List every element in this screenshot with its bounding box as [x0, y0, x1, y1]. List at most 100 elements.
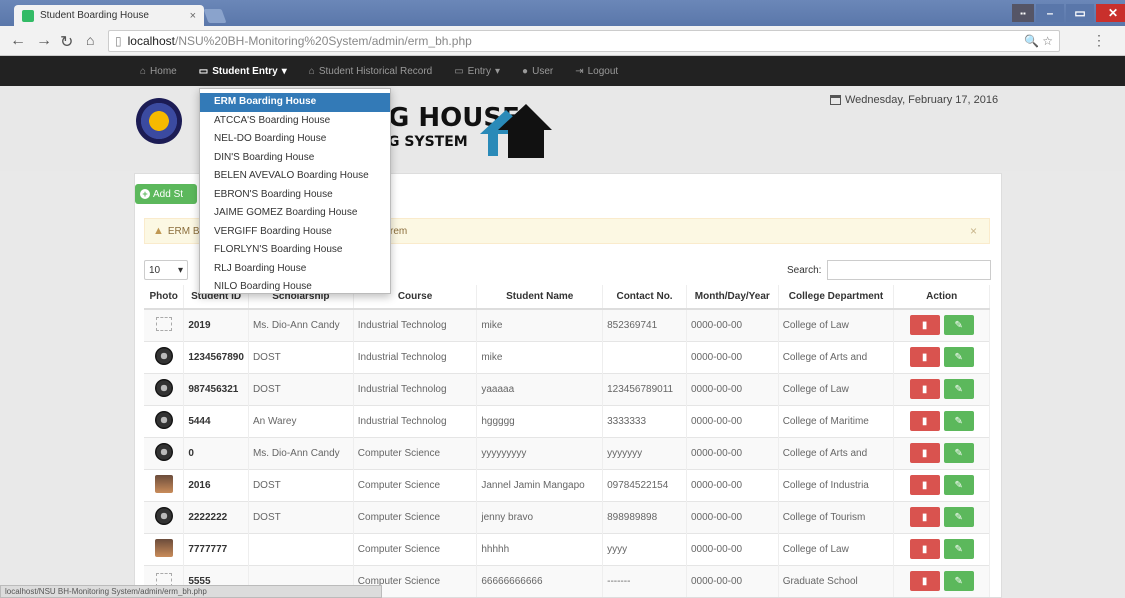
action-cell: ▮ ✎ — [893, 532, 990, 565]
edit-button[interactable]: ✎ — [943, 539, 974, 559]
dropdown-item-boarding-house[interactable]: ATCCA'S Boarding House — [200, 112, 390, 131]
nav-home[interactable]: ⌂ Home — [140, 66, 177, 77]
nav-entry[interactable]: ▭ Entry ▾ — [454, 66, 500, 77]
action-cell: ▮ ✎ — [893, 372, 990, 405]
student-photo — [155, 316, 172, 331]
student-name-cell: hhhhh — [476, 532, 604, 565]
edit-button[interactable]: ✎ — [943, 571, 974, 592]
dropdown-item-boarding-house[interactable]: NILO Boarding House — [200, 278, 390, 297]
pencil-icon: ✎ — [954, 575, 963, 587]
reload-icon[interactable]: ↻ — [60, 32, 73, 52]
college-dept-cell: Graduate School — [778, 564, 895, 597]
photo-cell — [144, 500, 185, 533]
forward-icon[interactable]: → — [36, 32, 52, 50]
pencil-icon: ✎ — [954, 415, 963, 427]
close-window-button[interactable]: ✕ — [1096, 4, 1125, 22]
table-body: 2019 Ms. Dio-Ann Candy Industrial Technolo… — [144, 308, 990, 597]
minimize-button[interactable]: – — [1036, 4, 1064, 22]
browser-tab[interactable]: Student Boarding House × — [14, 5, 204, 26]
dropdown-item-boarding-house[interactable]: DIN'S Boarding House — [200, 149, 390, 168]
contact-cell: 09784522154 — [602, 468, 687, 501]
delete-button[interactable]: ▮ — [909, 379, 940, 399]
nav-logout[interactable]: ⇥ Logout — [575, 66, 618, 77]
edit-button[interactable]: ✎ — [943, 507, 974, 527]
tab-close-icon[interactable]: × — [190, 10, 196, 22]
college-dept-cell: College of Law — [778, 372, 895, 405]
col-photo[interactable]: Photo — [144, 285, 185, 310]
col-date[interactable]: Month/Day/Year — [686, 285, 779, 310]
scholarship-cell: DOST — [248, 500, 354, 533]
edit-button[interactable]: ✎ — [943, 347, 974, 367]
dropdown-item-boarding-house[interactable]: VERGIFF Boarding House — [200, 223, 390, 242]
table-row: 2222222 DOST Computer Science jenny bravo 89… — [144, 500, 990, 533]
nav-historical[interactable]: ⌂ Student Historical Record — [309, 66, 432, 77]
dropdown-item-boarding-house[interactable]: FLORLYN'S Boarding House — [200, 241, 390, 260]
contact-cell — [602, 340, 687, 373]
alert-close-icon[interactable]: × — [970, 224, 977, 238]
student-id-cell: 2016 — [183, 468, 249, 501]
dropdown-item-boarding-house[interactable]: ERM Boarding House — [200, 93, 390, 112]
table-row: 5444 An Warey Industrial Technolog hggggg 33… — [144, 404, 990, 437]
row-actions: ▮ ✎ — [898, 411, 985, 431]
add-student-button[interactable]: + Add St — [135, 184, 197, 204]
student-id-cell: 2222222 — [183, 500, 249, 533]
browser-status-bar: localhost/NSU BH-Monitoring System/admin… — [0, 585, 382, 598]
table-row: 1234567890 DOST Industrial Technolog mike 00… — [144, 340, 990, 373]
extension-icon[interactable]: ▪▪ — [1012, 4, 1034, 22]
delete-button[interactable]: ▮ — [909, 539, 940, 559]
delete-button[interactable]: ▮ — [909, 443, 940, 463]
row-actions: ▮ ✎ — [898, 539, 985, 559]
trash-icon: ▮ — [921, 575, 928, 587]
edit-button[interactable]: ✎ — [943, 475, 974, 495]
delete-button[interactable]: ▮ — [909, 507, 940, 527]
course-cell: Industrial Technolog — [353, 340, 478, 373]
col-student-name[interactable]: Student Name — [476, 285, 604, 310]
url-input[interactable]: ▯ localhost/NSU%20BH-Monitoring%20System… — [108, 30, 1060, 52]
select-caret-icon: ▾ — [177, 264, 183, 276]
course-cell: Industrial Technolog — [353, 404, 478, 437]
delete-button[interactable]: ▮ — [909, 315, 940, 336]
page-icon: ▯ — [115, 34, 122, 48]
dropdown-item-boarding-house[interactable]: JAIME GOMEZ Boarding House — [200, 204, 390, 223]
search-input[interactable] — [827, 260, 992, 280]
edit-button[interactable]: ✎ — [943, 443, 974, 463]
edit-button[interactable]: ✎ — [943, 379, 974, 399]
dropdown-item-boarding-house[interactable]: EBRON'S Boarding House — [200, 186, 390, 205]
action-cell: ▮ ✎ — [893, 436, 990, 469]
delete-button[interactable]: ▮ — [909, 475, 940, 495]
home-icon[interactable]: ⌂ — [86, 32, 94, 48]
col-contact[interactable]: Contact No. — [602, 285, 687, 310]
university-seal-logo — [136, 98, 182, 144]
contact-cell: yyyy — [602, 532, 687, 565]
nav-user[interactable]: ● User — [522, 66, 553, 77]
dropdown-item-boarding-house[interactable]: BELEN AVEVALO Boarding House — [200, 167, 390, 186]
plus-icon: + — [140, 189, 150, 199]
student-name-cell: hggggg — [476, 404, 604, 437]
entries-length-select[interactable]: 10 ▾ — [144, 260, 188, 280]
bookmark-star-icon[interactable]: 🔍 ☆ — [1024, 34, 1059, 48]
browser-menu-icon[interactable]: ⋮ — [1092, 32, 1106, 49]
edit-button[interactable]: ✎ — [943, 411, 974, 431]
date-cell: 0000-00-00 — [686, 404, 779, 437]
dropdown-item-boarding-house[interactable]: RLJ Boarding House — [200, 260, 390, 279]
caret-down-icon: ▾ — [281, 65, 287, 77]
maximize-button[interactable]: ▭ — [1066, 4, 1094, 22]
back-icon[interactable]: ← — [10, 32, 26, 50]
col-college-dept[interactable]: College Department — [778, 285, 895, 310]
table-row: 2016 DOST Computer Science Jannel Jamin Man… — [144, 468, 990, 501]
delete-button[interactable]: ▮ — [909, 571, 940, 592]
nav-entry-label: Entry — [467, 65, 492, 77]
nav-student-entry[interactable]: ▭ Student Entry ▾ — [199, 66, 287, 77]
trash-icon: ▮ — [921, 319, 928, 331]
new-tab-button[interactable] — [203, 9, 227, 23]
delete-button[interactable]: ▮ — [909, 411, 940, 431]
window-controls: ▪▪ – ▭ ✕ — [1012, 4, 1125, 22]
folder-open-icon: ▭ — [454, 65, 464, 77]
user-icon: ● — [522, 65, 529, 77]
delete-button[interactable]: ▮ — [909, 347, 940, 367]
student-photo — [154, 538, 173, 557]
dropdown-item-boarding-house[interactable]: NEL-DO Boarding House — [200, 130, 390, 149]
edit-button[interactable]: ✎ — [943, 315, 974, 336]
nav-historical-label: Student Historical Record — [318, 65, 433, 77]
trash-icon: ▮ — [921, 447, 928, 459]
